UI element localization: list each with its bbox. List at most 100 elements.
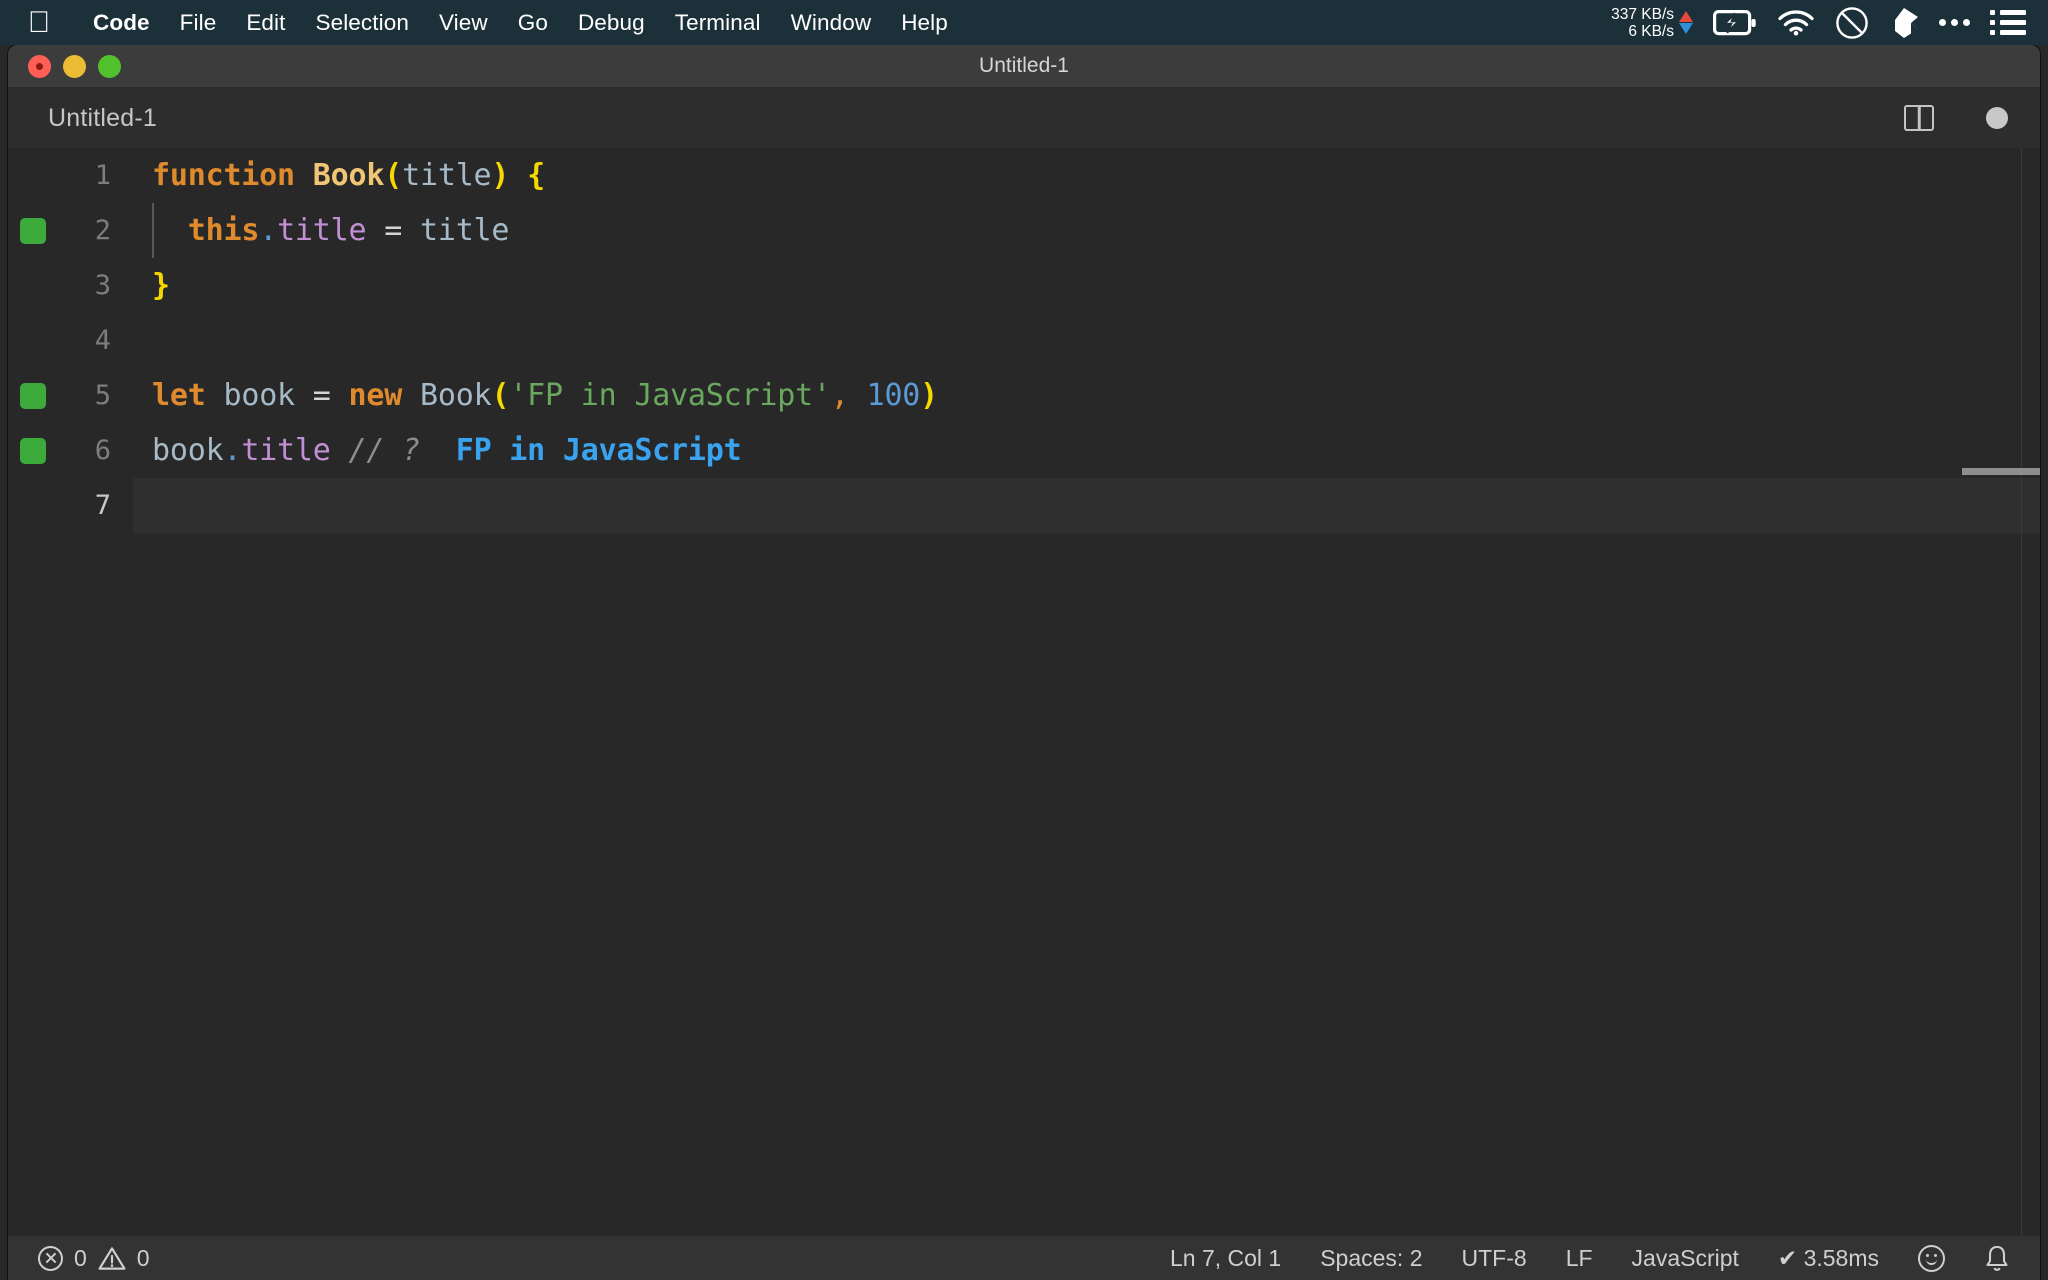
battery-charging-icon[interactable]: [1713, 0, 1757, 45]
code-editor[interactable]: 1 function Book(title) {2 this. title = ti…: [8, 148, 2040, 1235]
code-token: this: [187, 213, 260, 248]
code-token: function: [152, 158, 295, 193]
warning-icon: [98, 1246, 126, 1271]
do-not-disturb-icon[interactable]: [1835, 0, 1869, 45]
code-token: title: [277, 213, 367, 248]
code-token: book: [152, 433, 224, 468]
apple-logo-icon[interactable]: : [26, 7, 52, 39]
menu-item-edit[interactable]: Edit: [231, 0, 300, 45]
line-number: 1: [94, 160, 111, 191]
code-token: Book: [312, 158, 385, 193]
tab-untitled-1[interactable]: Untitled-1: [8, 104, 157, 133]
error-icon: [38, 1245, 63, 1271]
code-token: new: [348, 378, 403, 413]
code-token: title: [419, 213, 510, 248]
menu-item-help[interactable]: Help: [886, 0, 963, 45]
smiley-icon[interactable]: [1918, 1244, 1945, 1272]
code-line[interactable]: 6 book. title // ? FP in JavaScript: [8, 423, 2040, 478]
warning-count: 0: [136, 1244, 150, 1271]
menu-bar-status-items: 337 KB/s 6 KB/s: [1611, 0, 2048, 45]
gutter-marker-icon[interactable]: [20, 382, 46, 409]
network-speed-indicator[interactable]: 337 KB/s 6 KB/s: [1611, 6, 1693, 40]
line-content[interactable]: this. title = title: [133, 203, 2040, 258]
bell-icon[interactable]: [1984, 1244, 2010, 1273]
code-token: .: [259, 213, 278, 248]
menu-item-view[interactable]: View: [424, 0, 503, 45]
dropbox-icon[interactable]: [1889, 0, 1919, 45]
line-content[interactable]: [133, 313, 2040, 368]
line-content[interactable]: }: [133, 258, 2040, 313]
code-token: }: [152, 268, 170, 303]
code-token: .: [223, 433, 242, 468]
gutter-marker-icon[interactable]: [20, 437, 46, 464]
code-token: Book: [419, 378, 492, 413]
download-arrow-icon: [1679, 23, 1693, 34]
line-number: 3: [94, 270, 111, 301]
menu-item-go[interactable]: Go: [503, 0, 563, 45]
menu-item-selection[interactable]: Selection: [300, 0, 423, 45]
code-token: 100: [866, 378, 921, 413]
code-token: 'FP in JavaScript': [509, 378, 831, 413]
upload-arrow-icon: [1679, 11, 1693, 22]
eol-setting[interactable]: LF: [1566, 1245, 1593, 1272]
status-bar-left: 0 0: [8, 1245, 150, 1272]
editor-actions: [1904, 105, 2008, 131]
menu-item-debug[interactable]: Debug: [563, 0, 660, 45]
split-editor-icon[interactable]: [1904, 105, 1934, 131]
line-number: 7: [94, 490, 111, 521]
line-content[interactable]: function Book(title) {: [133, 148, 2040, 203]
problems-indicator[interactable]: 0 0: [38, 1245, 150, 1272]
code-line[interactable]: 1 function Book(title) {: [8, 148, 2040, 203]
code-line[interactable]: 3}: [8, 258, 2040, 313]
code-token: book: [223, 378, 295, 413]
line-content[interactable]: book. title // ? FP in JavaScript: [133, 423, 2040, 478]
code-token: FP in JavaScript: [455, 433, 742, 468]
ellipsis-icon[interactable]: [1939, 0, 1970, 45]
menu-item-window[interactable]: Window: [776, 0, 887, 45]
code-token: (: [384, 158, 403, 193]
indent-setting[interactable]: Spaces: 2: [1320, 1245, 1422, 1272]
menu-item-file[interactable]: File: [165, 0, 232, 45]
scrollbar-marker: [1962, 468, 2040, 475]
menu-item-code[interactable]: Code: [78, 0, 165, 45]
line-content[interactable]: [133, 478, 2040, 533]
status-bar: 0 0 Ln 7, Col 1 Spaces: 2 UTF-8 LF JavaS…: [8, 1235, 2040, 1280]
code-line[interactable]: 5 let book = new Book('FP in JavaScript',…: [8, 368, 2040, 423]
editor-scrollbar[interactable]: [1962, 148, 2040, 1235]
code-token: title: [402, 158, 492, 193]
vscode-window: Untitled-1 Untitled-1 1 function Book(tit…: [8, 45, 2040, 1280]
encoding-setting[interactable]: UTF-8: [1462, 1245, 1527, 1272]
line-content[interactable]: let book = new Book('FP in JavaScript', …: [133, 368, 2040, 423]
unsaved-indicator-dot[interactable]: [1986, 107, 2008, 129]
code-line[interactable]: 2 this. title = title: [8, 203, 2040, 258]
code-token: (: [491, 378, 510, 413]
quokka-timing[interactable]: ✔ 3.58ms: [1778, 1245, 1879, 1272]
code-token: // ?: [348, 433, 421, 468]
gutter-marker-icon[interactable]: [20, 217, 46, 244]
menu-item-terminal[interactable]: Terminal: [660, 0, 776, 45]
status-bar-right: Ln 7, Col 1 Spaces: 2 UTF-8 LF JavaScrip…: [1170, 1244, 2010, 1273]
code-token: ): [920, 378, 939, 413]
code-token: {: [527, 158, 546, 193]
language-mode[interactable]: JavaScript: [1632, 1245, 1739, 1272]
editor-tab-bar: Untitled-1: [8, 88, 2040, 148]
cursor-position[interactable]: Ln 7, Col 1: [1170, 1245, 1281, 1272]
line-number: 4: [94, 325, 111, 356]
macos-menu-bar:  Code File Edit Selection View Go Debug…: [0, 0, 2048, 45]
code-token: ,: [830, 378, 849, 413]
error-count: 0: [74, 1244, 87, 1271]
code-token: let: [152, 378, 206, 413]
code-line[interactable]: 7: [8, 478, 2040, 533]
list-icon[interactable]: [1990, 0, 2026, 45]
code-token: =: [294, 378, 349, 413]
wifi-icon[interactable]: [1777, 0, 1815, 45]
code-token: title: [241, 433, 331, 468]
code-line[interactable]: 4: [8, 313, 2040, 368]
